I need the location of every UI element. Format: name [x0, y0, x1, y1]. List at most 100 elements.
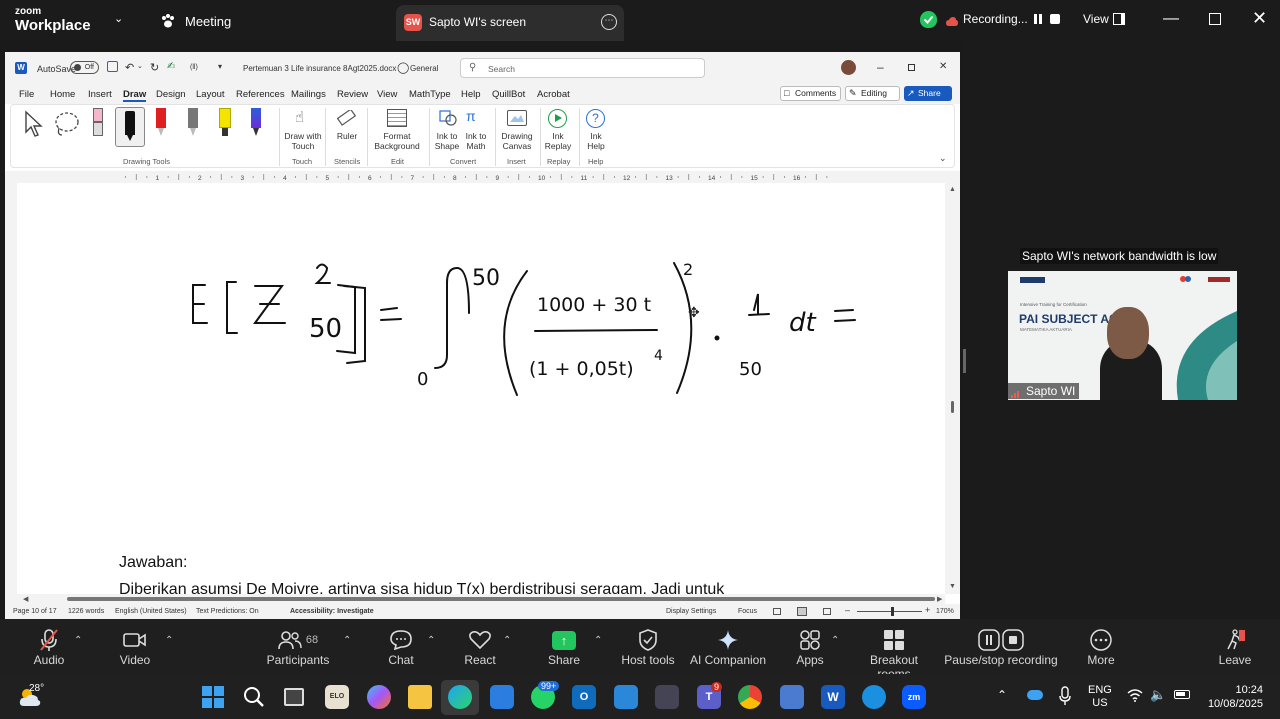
- search-icon[interactable]: [243, 686, 265, 708]
- ink-to-math-button[interactable]: Ink to Math: [462, 131, 490, 151]
- file-explorer-icon[interactable]: [408, 685, 432, 709]
- ink-to-shape-icon[interactable]: [438, 109, 458, 127]
- elo-app-icon[interactable]: ELO: [325, 685, 349, 709]
- tab-help[interactable]: Help: [461, 89, 481, 100]
- tab-layout[interactable]: Layout: [196, 89, 225, 100]
- autosave-toggle[interactable]: Off: [70, 61, 99, 74]
- ruler-button[interactable]: Ruler: [331, 131, 363, 141]
- panel-resize-handle[interactable]: [963, 349, 966, 373]
- breakout-rooms-button[interactable]: Breakout rooms: [853, 627, 935, 681]
- wifi-icon[interactable]: [1127, 688, 1143, 702]
- word-close-icon[interactable]: ✕: [939, 61, 947, 72]
- status-focus[interactable]: Focus: [738, 608, 757, 615]
- tab-view[interactable]: View: [377, 89, 397, 100]
- scroll-left-icon[interactable]: ◀: [23, 595, 28, 603]
- edge-browser-icon[interactable]: [448, 685, 472, 709]
- restore-icon[interactable]: [1209, 13, 1221, 25]
- audio-options-chevron-icon[interactable]: ⌃: [74, 635, 82, 646]
- collapse-ribbon-icon[interactable]: ⌄: [939, 153, 947, 164]
- view-layout-icon[interactable]: [1113, 13, 1125, 25]
- editing-mode-button[interactable]: ✎ Editing: [845, 86, 900, 101]
- account-avatar[interactable]: [841, 60, 856, 75]
- view-menu[interactable]: View: [1083, 12, 1109, 26]
- lasso-tool-icon[interactable]: [53, 110, 81, 138]
- share-options-chevron-icon[interactable]: ⌃: [594, 635, 602, 646]
- participants-button[interactable]: 68 Participants: [263, 627, 333, 667]
- clock[interactable]: 10:24 10/08/2025: [1205, 683, 1263, 711]
- status-page[interactable]: Page 10 of 17: [13, 608, 57, 615]
- ink-help-icon[interactable]: ?: [586, 109, 605, 128]
- scroll-right-icon[interactable]: ▶: [937, 595, 942, 603]
- sensitivity-label[interactable]: General: [410, 64, 438, 73]
- close-icon[interactable]: ✕: [1252, 8, 1267, 29]
- scroll-down-icon[interactable]: ▼: [949, 583, 956, 590]
- galaxy-pen-icon[interactable]: [249, 108, 263, 138]
- status-display-settings[interactable]: Display Settings: [666, 608, 716, 615]
- black-pen-icon[interactable]: [115, 107, 145, 147]
- red-pen-icon[interactable]: [155, 108, 167, 138]
- tab-review[interactable]: Review: [337, 89, 368, 100]
- zoom-slider-thumb[interactable]: [891, 607, 894, 616]
- word-restore-icon[interactable]: [908, 64, 915, 71]
- pause-stop-recording-button[interactable]: Pause/stop recording: [944, 627, 1058, 667]
- ink-replay-icon[interactable]: [548, 109, 567, 128]
- select-tool-icon[interactable]: [23, 110, 45, 138]
- status-accessibility[interactable]: Accessibility: Investigate: [290, 608, 374, 615]
- word-minimize-icon[interactable]: –: [877, 60, 884, 74]
- snipping-tool-icon[interactable]: [655, 685, 679, 709]
- zoom-slider[interactable]: [857, 607, 922, 616]
- vertical-scrollbar[interactable]: ▲ ▼: [945, 183, 960, 594]
- draw-with-touch-button[interactable]: Draw with Touch: [283, 131, 323, 151]
- undo-icon[interactable]: ↶: [125, 61, 134, 74]
- microsoft-store-icon[interactable]: [490, 685, 514, 709]
- scroll-up-icon[interactable]: ▲: [949, 186, 956, 193]
- participants-options-chevron-icon[interactable]: ⌃: [343, 635, 351, 646]
- share-screen-button[interactable]: ↑ Share: [540, 627, 588, 667]
- status-predictions[interactable]: Text Predictions: On: [196, 608, 259, 615]
- yellow-highlighter-icon[interactable]: [219, 108, 231, 138]
- language-indicator[interactable]: ENG US: [1088, 684, 1112, 710]
- horizontal-scrollbar[interactable]: ◀ ▶: [5, 594, 945, 604]
- chrome-icon[interactable]: [738, 685, 762, 709]
- audio-button[interactable]: Audio: [24, 627, 74, 667]
- vertical-scroll-thumb[interactable]: [951, 401, 954, 413]
- battery-icon[interactable]: [1174, 690, 1190, 699]
- horizontal-scroll-thumb[interactable]: [67, 597, 935, 601]
- tab-home[interactable]: Home: [50, 89, 75, 100]
- tab-design[interactable]: Design: [156, 89, 186, 100]
- save-icon[interactable]: [107, 61, 118, 72]
- eraser-icon[interactable]: [91, 108, 105, 138]
- format-background-icon[interactable]: [387, 109, 407, 127]
- host-tools-button[interactable]: Host tools: [617, 627, 679, 667]
- comments-button[interactable]: □ Comments: [780, 86, 841, 101]
- task-view-icon[interactable]: [284, 688, 304, 706]
- tab-insert[interactable]: Insert: [88, 89, 112, 100]
- drawing-canvas-icon[interactable]: [507, 110, 527, 126]
- share-button[interactable]: ↗ Share: [904, 86, 952, 101]
- draw-with-touch-icon[interactable]: ☝: [295, 108, 304, 126]
- print-layout-icon[interactable]: [797, 607, 807, 616]
- ruler-icon[interactable]: [336, 108, 357, 126]
- undo-dropdown-icon[interactable]: ⌄: [137, 62, 143, 70]
- redo-icon[interactable]: ↻: [150, 61, 159, 74]
- tab-mathtype[interactable]: MathType: [409, 89, 451, 100]
- read-mode-icon[interactable]: [773, 608, 781, 615]
- web-layout-icon[interactable]: [823, 608, 831, 615]
- video-options-chevron-icon[interactable]: ⌃: [165, 635, 173, 646]
- show-hidden-icons-icon[interactable]: ⌃: [997, 688, 1007, 702]
- more-options-icon[interactable]: ⋯: [601, 14, 617, 30]
- ink-to-shape-button[interactable]: Ink to Shape: [433, 131, 461, 151]
- document-page[interactable]: 50 50 0 1000 + 30 t (1 + 0,05t) 4 2 50 d…: [17, 183, 925, 594]
- pause-icon[interactable]: [1031, 12, 1045, 26]
- chevron-down-icon[interactable]: ⌄: [114, 12, 123, 25]
- chat-options-chevron-icon[interactable]: ⌃: [427, 635, 435, 646]
- minimize-icon[interactable]: —: [1163, 10, 1179, 28]
- copilot-icon[interactable]: [367, 685, 391, 709]
- onedrive-icon[interactable]: [1027, 690, 1043, 700]
- status-zoom[interactable]: 170%: [936, 608, 954, 615]
- tab-draw[interactable]: Draw: [123, 89, 147, 102]
- stop-icon[interactable]: [1048, 12, 1062, 26]
- ink-replay-button[interactable]: Ink Replay: [543, 131, 573, 151]
- clock-app-icon[interactable]: [862, 685, 886, 709]
- word-taskbar-icon[interactable]: W: [821, 685, 845, 709]
